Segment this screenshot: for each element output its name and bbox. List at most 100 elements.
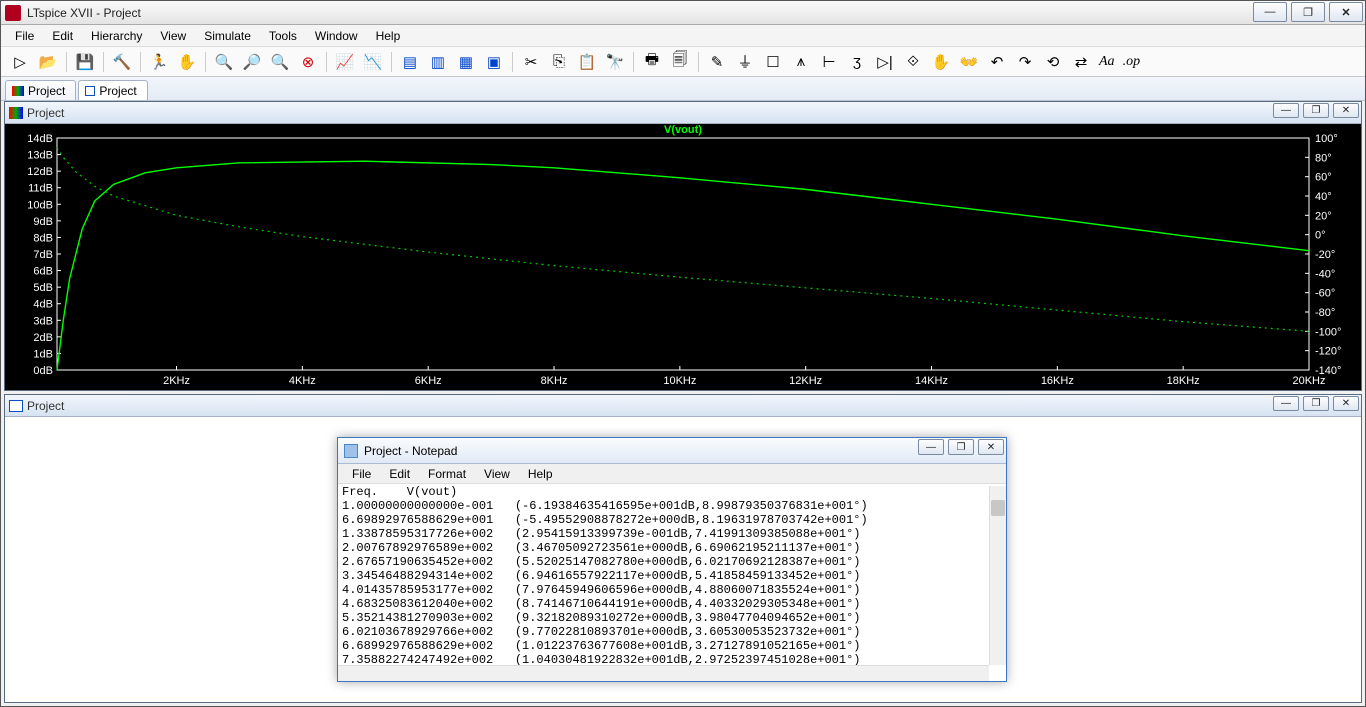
svg-text:-80°: -80° [1315, 307, 1335, 319]
control-panel-icon[interactable]: 🔨 [109, 50, 135, 74]
zoom-fit-icon[interactable]: ⊗ [295, 50, 321, 74]
tab-plot[interactable]: Project [5, 80, 76, 100]
notepad-menu-view[interactable]: View [476, 466, 518, 482]
paste-icon[interactable]: 📋 [574, 50, 600, 74]
close-button[interactable]: ✕ [1329, 2, 1363, 22]
toolbar-separator [391, 52, 392, 72]
notepad-text-area[interactable]: Freq. V(vout) 1.00000000000000e-001 (-6.… [338, 484, 1006, 681]
svg-text:16KHz: 16KHz [1041, 375, 1074, 387]
plot-window-titlebar[interactable]: Project — ❐ ✕ [5, 102, 1361, 124]
new-schematic-icon[interactable]: ▷ [7, 50, 33, 74]
svg-text:2KHz: 2KHz [163, 375, 190, 387]
redo-icon[interactable]: ↷ [1012, 50, 1038, 74]
tab-schematic[interactable]: Project [78, 80, 147, 100]
svg-text:-100°: -100° [1315, 326, 1341, 338]
plot-close-button[interactable]: ✕ [1333, 103, 1359, 118]
find-icon[interactable]: 🔭 [602, 50, 628, 74]
notepad-menu-help[interactable]: Help [520, 466, 561, 482]
notepad-menu-file[interactable]: File [344, 466, 379, 482]
toolbar-separator [698, 52, 699, 72]
rotate-icon[interactable]: ⟲ [1040, 50, 1066, 74]
plot-maximize-button[interactable]: ❐ [1303, 103, 1329, 118]
notepad-title: Project - Notepad [364, 444, 916, 458]
scrollbar-thumb[interactable] [991, 500, 1005, 516]
notepad-window[interactable]: Project - Notepad — ❐ ✕ File Edit Format… [337, 437, 1007, 682]
svg-text:-20°: -20° [1315, 249, 1335, 261]
minimize-button[interactable]: — [1253, 2, 1287, 22]
sch-close-button[interactable]: ✕ [1333, 396, 1359, 411]
svg-text:18KHz: 18KHz [1167, 375, 1200, 387]
save-icon[interactable]: 💾 [72, 50, 98, 74]
schematic-tab-icon [85, 86, 95, 96]
draw-wire-icon[interactable]: ✎ [704, 50, 730, 74]
component-icon[interactable]: ⟐ [900, 50, 926, 74]
plot-area[interactable]: V(vout) 14dB13dB12dB11dB10dB9dB8dB7dB6dB… [5, 124, 1361, 390]
plot-minimize-button[interactable]: — [1273, 103, 1299, 118]
maximize-button[interactable]: ❐ [1291, 2, 1325, 22]
svg-text:11dB: 11dB [28, 183, 53, 195]
inductor-icon[interactable]: ʒ [844, 50, 870, 74]
resistor-icon[interactable]: ⩚ [788, 50, 814, 74]
print-icon[interactable]: 🖶 [639, 50, 665, 74]
menu-edit[interactable]: Edit [44, 27, 81, 45]
tile-horz-icon[interactable]: ▤ [397, 50, 423, 74]
run-icon[interactable]: 🏃 [146, 50, 172, 74]
app-icon [5, 5, 21, 21]
label-net-icon[interactable]: ☐ [760, 50, 786, 74]
zoom-in-icon[interactable]: 🔍 [211, 50, 237, 74]
menu-window[interactable]: Window [307, 27, 366, 45]
notepad-titlebar[interactable]: Project - Notepad — ❐ ✕ [338, 438, 1006, 464]
sch-minimize-button[interactable]: — [1273, 396, 1299, 411]
mirror-icon[interactable]: ⇄ [1068, 50, 1094, 74]
svg-text:1dB: 1dB [33, 348, 53, 360]
notepad-minimize-button[interactable]: — [918, 439, 944, 455]
cascade-icon[interactable]: ▦ [453, 50, 479, 74]
move-icon[interactable]: ✋ [928, 50, 954, 74]
svg-text:0dB: 0dB [33, 365, 53, 377]
menu-simulate[interactable]: Simulate [196, 27, 259, 45]
ground-icon[interactable]: ⏚ [732, 50, 758, 74]
menu-tools[interactable]: Tools [261, 27, 305, 45]
menu-hierarchy[interactable]: Hierarchy [83, 27, 150, 45]
autorange-icon[interactable]: 📈 [332, 50, 358, 74]
notepad-maximize-button[interactable]: ❐ [948, 439, 974, 455]
capacitor-icon[interactable]: ⊢ [816, 50, 842, 74]
spice-directive-icon[interactable]: .op [1120, 54, 1144, 70]
open-icon[interactable]: 📂 [35, 50, 61, 74]
pan-icon[interactable]: 🔎 [239, 50, 265, 74]
svg-text:-120°: -120° [1315, 346, 1341, 358]
svg-text:9dB: 9dB [33, 216, 53, 228]
menu-help[interactable]: Help [368, 27, 409, 45]
menu-view[interactable]: View [152, 27, 194, 45]
drag-icon[interactable]: 👐 [956, 50, 982, 74]
notepad-menu-edit[interactable]: Edit [381, 466, 418, 482]
notepad-menu-format[interactable]: Format [420, 466, 474, 482]
schematic-window-title: Project [27, 399, 1271, 413]
diode-icon[interactable]: ▷| [872, 50, 898, 74]
copy-icon[interactable]: ⎘ [546, 50, 572, 74]
undo-icon[interactable]: ↶ [984, 50, 1010, 74]
svg-text:-60°: -60° [1315, 288, 1335, 300]
plot-window-icon [9, 107, 23, 119]
notepad-vertical-scrollbar[interactable] [989, 486, 1006, 665]
cut-icon[interactable]: ✂ [518, 50, 544, 74]
schematic-window-titlebar[interactable]: Project — ❐ ✕ [5, 395, 1361, 417]
main-titlebar[interactable]: LTspice XVII - Project — ❐ ✕ [1, 1, 1365, 25]
svg-text:7dB: 7dB [33, 249, 53, 261]
notepad-close-button[interactable]: ✕ [978, 439, 1004, 455]
svg-text:40°: 40° [1315, 191, 1332, 203]
pick-visible-traces-icon[interactable]: 📉 [360, 50, 386, 74]
close-all-icon[interactable]: ▣ [481, 50, 507, 74]
print-setup-icon[interactable]: 🗐 [667, 50, 693, 74]
sch-maximize-button[interactable]: ❐ [1303, 396, 1329, 411]
menu-file[interactable]: File [7, 27, 42, 45]
notepad-horizontal-scrollbar[interactable] [338, 665, 989, 681]
zoom-out-icon[interactable]: 🔍 [267, 50, 293, 74]
tile-vert-icon[interactable]: ▥ [425, 50, 451, 74]
text-tool-icon[interactable]: Aa [1096, 54, 1118, 70]
plot-tab-icon [12, 86, 24, 96]
menubar: File Edit Hierarchy View Simulate Tools … [1, 25, 1365, 47]
halt-icon[interactable]: ✋ [174, 50, 200, 74]
svg-text:14dB: 14dB [27, 133, 53, 145]
svg-text:4dB: 4dB [33, 299, 53, 311]
